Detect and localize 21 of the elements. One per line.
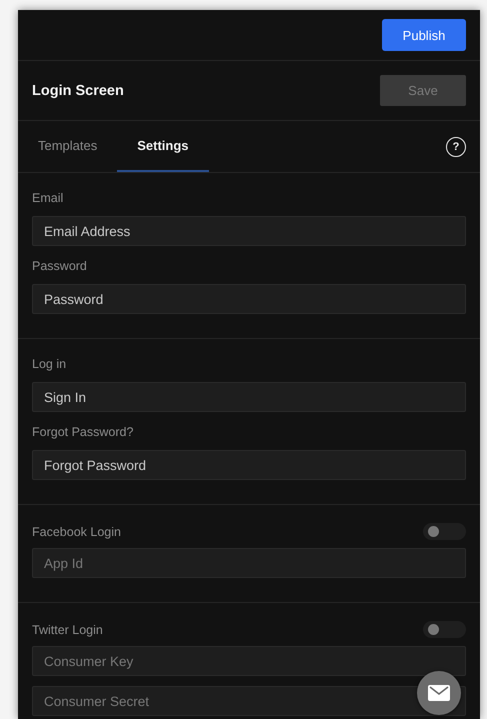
toggle-switch[interactable] (423, 523, 466, 540)
tab[interactable]: Settings (117, 121, 209, 172)
envelope-icon (428, 685, 450, 701)
field-label: Password (32, 259, 88, 274)
section-label: Facebook Login (32, 524, 121, 538)
input-field[interactable]: Password (32, 284, 466, 314)
input-field[interactable]: Forgot Password (32, 450, 466, 480)
publish-button[interactable]: Publish (382, 19, 466, 51)
help-icon[interactable]: ? (446, 136, 466, 156)
toggle-switch[interactable] (423, 621, 466, 638)
input-field[interactable]: Consumer Secret (32, 686, 466, 716)
input-field[interactable]: Consumer Key (32, 646, 466, 676)
tab[interactable]: Templates (18, 121, 118, 172)
field-label: Forgot Password? (32, 425, 134, 440)
input-field[interactable]: Email Address (32, 216, 466, 246)
section-label: Twitter Login (32, 622, 103, 636)
field-label: Log in (32, 357, 68, 372)
input-field[interactable]: App Id (32, 548, 466, 578)
field-label: Email (32, 191, 64, 206)
screen-title: Login Screen (32, 82, 124, 98)
input-field[interactable]: Sign In (32, 382, 466, 412)
